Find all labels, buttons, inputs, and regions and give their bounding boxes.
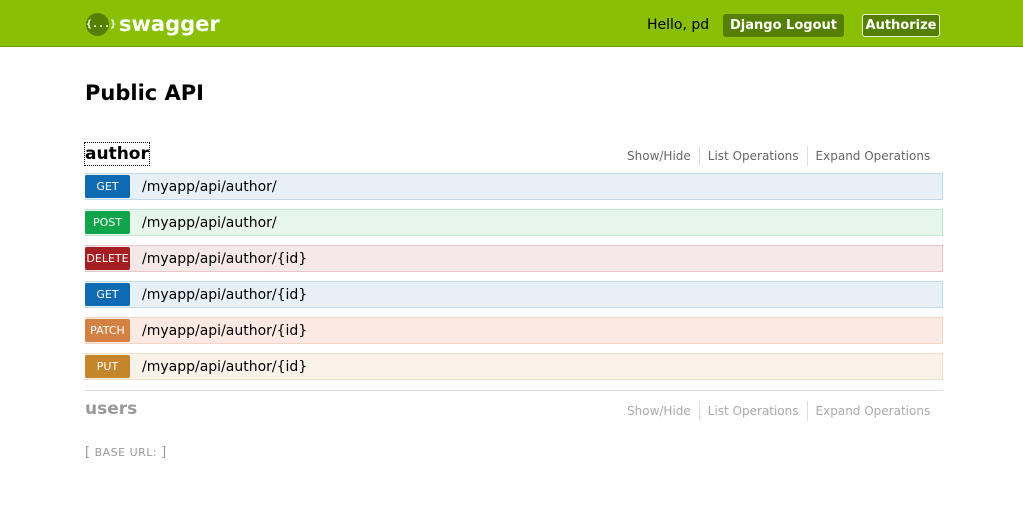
base-url-label: BASE URL: bbox=[94, 446, 158, 459]
list-operations-link[interactable]: List Operations bbox=[700, 401, 808, 421]
operation-path[interactable]: /myapp/api/author/ bbox=[142, 214, 277, 232]
operation-patch-author[interactable]: PATCH /myapp/api/author/{id} bbox=[85, 317, 943, 344]
expand-operations-link[interactable]: Expand Operations bbox=[808, 401, 931, 421]
page-title: Public API bbox=[85, 81, 204, 105]
operation-path[interactable]: /myapp/api/author/ bbox=[142, 178, 277, 196]
django-logout-button[interactable]: Django Logout bbox=[723, 14, 844, 37]
base-url-close-bracket: ] bbox=[161, 445, 167, 460]
list-operations-link[interactable]: List Operations bbox=[700, 146, 808, 166]
authorize-button[interactable]: Authorize bbox=[862, 14, 940, 37]
base-url-open-bracket: [ bbox=[85, 445, 91, 460]
show-hide-link[interactable]: Show/Hide bbox=[620, 146, 700, 166]
swagger-logo-icon[interactable]: {...} bbox=[86, 13, 116, 36]
operation-path[interactable]: /myapp/api/author/{id} bbox=[142, 250, 307, 268]
operation-path[interactable]: /myapp/api/author/{id} bbox=[142, 286, 307, 304]
expand-operations-link[interactable]: Expand Operations bbox=[808, 146, 931, 166]
method-badge-put[interactable]: PUT bbox=[85, 355, 130, 378]
operation-put-author[interactable]: PUT /myapp/api/author/{id} bbox=[85, 353, 943, 380]
show-hide-link[interactable]: Show/Hide bbox=[620, 401, 700, 421]
operation-path[interactable]: /myapp/api/author/{id} bbox=[142, 358, 307, 376]
operation-post-author[interactable]: POST /myapp/api/author/ bbox=[85, 209, 943, 236]
method-badge-get[interactable]: GET bbox=[85, 175, 130, 198]
resource-divider bbox=[85, 390, 943, 391]
resource-actions-author: Show/Hide List Operations Expand Operati… bbox=[620, 146, 930, 166]
user-greeting: Hello, pd bbox=[647, 17, 710, 33]
resource-heading-users[interactable]: users bbox=[85, 398, 137, 420]
resource-heading-author[interactable]: author bbox=[84, 142, 150, 166]
operation-path[interactable]: /myapp/api/author/{id} bbox=[142, 322, 307, 340]
base-url-info: [ BASE URL: ] bbox=[85, 445, 167, 461]
method-badge-patch[interactable]: PATCH bbox=[85, 319, 130, 342]
top-bar: {...} swagger Hello, pd Django Logout Au… bbox=[0, 0, 1023, 47]
method-badge-delete[interactable]: DELETE bbox=[85, 247, 130, 270]
method-badge-get[interactable]: GET bbox=[85, 283, 130, 306]
operation-delete-author[interactable]: DELETE /myapp/api/author/{id} bbox=[85, 245, 943, 272]
operation-get-author-list[interactable]: GET /myapp/api/author/ bbox=[85, 173, 943, 200]
method-badge-post[interactable]: POST bbox=[85, 211, 130, 234]
resource-actions-users: Show/Hide List Operations Expand Operati… bbox=[620, 401, 930, 421]
operation-get-author-detail[interactable]: GET /myapp/api/author/{id} bbox=[85, 281, 943, 308]
swagger-logo-text[interactable]: swagger bbox=[119, 10, 220, 38]
